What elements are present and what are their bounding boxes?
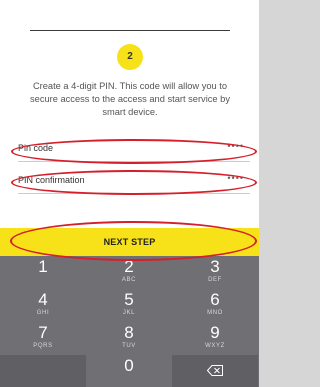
next-step-button[interactable]: NEXT STEP bbox=[0, 228, 259, 256]
key-5[interactable]: 5 JKL bbox=[86, 289, 172, 321]
key-9-letters: WXYZ bbox=[205, 343, 225, 349]
key-3[interactable]: 3 DEF bbox=[172, 256, 258, 288]
key-7[interactable]: 7 PQRS bbox=[0, 322, 86, 354]
pin-confirmation-field[interactable]: PIN confirmation •••• bbox=[18, 172, 250, 194]
instructions-text: Create a 4-digit PIN. This code will all… bbox=[30, 81, 230, 117]
key-5-letters: JKL bbox=[122, 310, 136, 316]
key-empty bbox=[0, 355, 86, 387]
key-4[interactable]: 4 GHI bbox=[0, 289, 86, 321]
pin-setup-card: 2 Create a 4-digit PIN. This code will a… bbox=[0, 0, 259, 228]
key-9-digit: 9 bbox=[210, 323, 220, 342]
key-6-digit: 6 bbox=[210, 290, 220, 309]
key-4-letters: GHI bbox=[36, 310, 50, 316]
key-2-letters: ABC bbox=[121, 277, 137, 283]
key-1-digit: 1 bbox=[38, 257, 48, 276]
step-badge: 2 bbox=[117, 44, 143, 70]
pin-code-value: •••• bbox=[227, 141, 244, 151]
top-divider bbox=[30, 30, 230, 31]
key-3-letters: DEF bbox=[208, 277, 222, 283]
key-1[interactable]: 1 bbox=[0, 256, 86, 288]
key-7-digit: 7 bbox=[38, 323, 48, 342]
backspace-key[interactable] bbox=[172, 355, 258, 387]
pin-code-label: Pin code bbox=[18, 143, 54, 153]
pin-confirmation-value: •••• bbox=[227, 173, 244, 183]
pin-code-underline bbox=[18, 161, 250, 162]
pin-code-field[interactable]: Pin code •••• bbox=[18, 140, 250, 162]
key-6-letters: MNO bbox=[207, 310, 223, 316]
key-3-digit: 3 bbox=[210, 257, 220, 276]
key-5-digit: 5 bbox=[124, 290, 134, 309]
key-4-digit: 4 bbox=[38, 290, 48, 309]
backspace-icon bbox=[206, 365, 223, 376]
key-8-letters: TUV bbox=[122, 343, 136, 349]
key-6[interactable]: 6 MNO bbox=[172, 289, 258, 321]
key-8-digit: 8 bbox=[124, 323, 134, 342]
key-8[interactable]: 8 TUV bbox=[86, 322, 172, 354]
pin-confirmation-underline bbox=[18, 193, 250, 194]
key-0[interactable]: 0 bbox=[86, 355, 172, 387]
key-2-digit: 2 bbox=[124, 257, 134, 276]
key-7-letters: PQRS bbox=[33, 343, 53, 349]
key-9[interactable]: 9 WXYZ bbox=[172, 322, 258, 354]
key-2[interactable]: 2 ABC bbox=[86, 256, 172, 288]
key-0-digit: 0 bbox=[124, 356, 134, 375]
numeric-keypad: 1 2 ABC 3 DEF 4 GHI 5 JKL 6 MNO 7 PQRS 8… bbox=[0, 256, 259, 387]
pin-confirmation-label: PIN confirmation bbox=[18, 175, 85, 185]
